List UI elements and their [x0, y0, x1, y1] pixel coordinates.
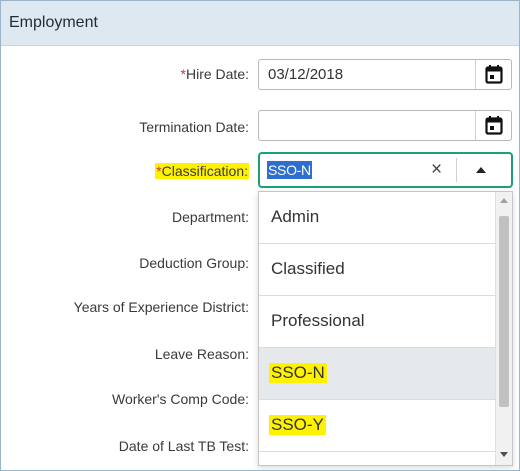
employment-panel: Employment *Hire Date: 03/12/2018 Termin…: [0, 0, 520, 471]
option-sso-y[interactable]: SSO-Y: [259, 400, 495, 452]
years-experience-district-label: Years of Experience District:: [73, 299, 249, 315]
hire-date-calendar-button[interactable]: [475, 60, 511, 89]
hire-date-label: *Hire Date:: [180, 66, 249, 82]
scroll-up-arrow-icon[interactable]: [500, 198, 508, 203]
dropdown-scrollbar[interactable]: [495, 192, 512, 465]
classification-select[interactable]: SSO-N ×: [258, 152, 513, 188]
deduction-group-label: Deduction Group:: [139, 255, 249, 271]
leave-reason-label: Leave Reason:: [154, 346, 249, 362]
workers-comp-code-label: Worker's Comp Code:: [111, 391, 249, 407]
option-professional[interactable]: Professional: [259, 296, 495, 348]
calendar-icon: [485, 65, 503, 84]
scroll-down-arrow-icon[interactable]: [500, 452, 508, 457]
calendar-icon: [485, 116, 503, 135]
termination-date-calendar-button[interactable]: [475, 111, 511, 140]
classification-label: *Classification:: [155, 163, 249, 179]
panel-header: Employment: [1, 1, 519, 46]
classification-selected-text[interactable]: SSO-N: [267, 161, 312, 179]
termination-date-field[interactable]: [258, 110, 512, 141]
hire-date-field[interactable]: 03/12/2018: [258, 59, 512, 90]
scrollbar-thumb[interactable]: [499, 216, 509, 407]
panel-title: Employment: [9, 14, 98, 31]
caret-up-icon[interactable]: [476, 167, 486, 173]
option-sso-n[interactable]: SSO-N: [259, 348, 495, 400]
clear-icon[interactable]: ×: [431, 160, 442, 180]
hire-date-value: 03/12/2018: [268, 66, 344, 83]
department-label: Department:: [171, 209, 249, 225]
option-classified[interactable]: Classified: [259, 244, 495, 296]
termination-date-label: Termination Date:: [139, 119, 249, 135]
option-admin[interactable]: Admin: [259, 192, 495, 244]
date-last-tb-test-label: Date of Last TB Test:: [118, 438, 249, 454]
classification-dropdown: Admin Classified Professional SSO-N SSO-…: [258, 191, 513, 466]
select-separator: [456, 158, 457, 182]
